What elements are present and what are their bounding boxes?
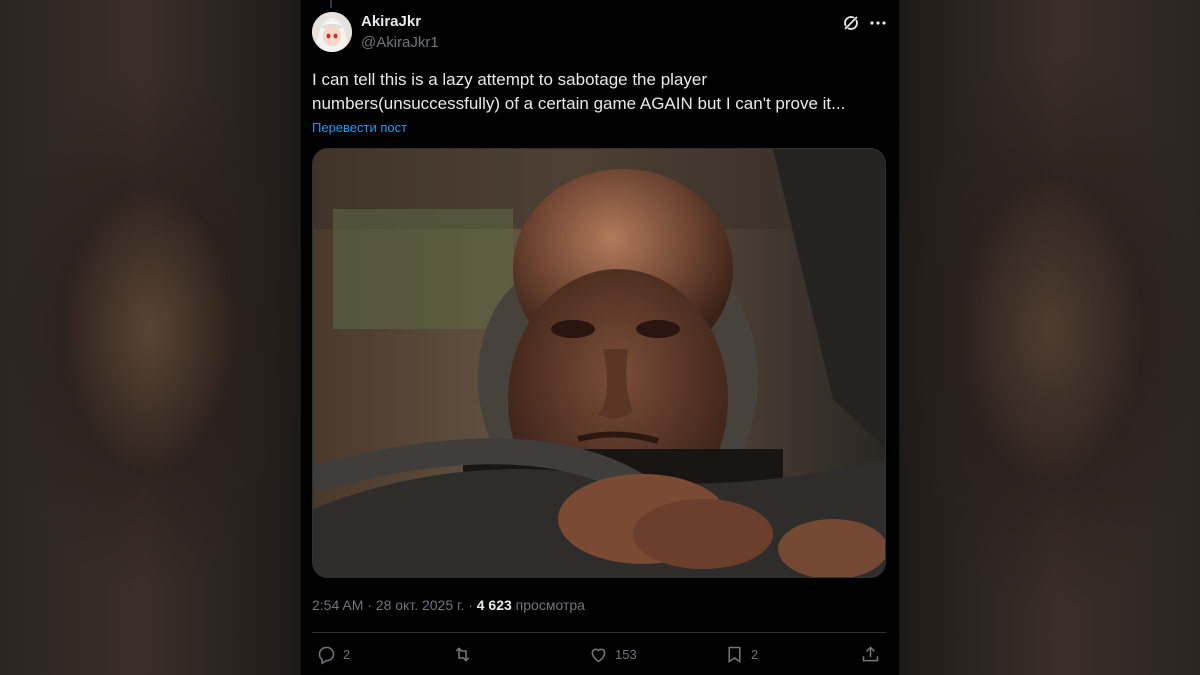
avatar[interactable] [312,12,352,52]
like-button[interactable]: 153 [588,644,637,665]
reply-button[interactable]: 2 [316,644,350,665]
views-count: 4 623 [476,597,512,613]
display-name[interactable]: AkiraJkr [361,13,421,30]
like-icon [591,648,606,663]
share-icon [862,646,879,662]
user-handle[interactable]: @AkiraJkr1 [361,34,439,51]
timestamp[interactable]: 2:54 AM · 28 окт. 2025 г. · [312,597,477,613]
repost-icon [455,647,470,662]
bookmark-count: 2 [751,647,759,662]
share-button[interactable] [860,644,881,665]
photo-driver-in-car [313,149,885,577]
like-count: 153 [615,647,637,662]
post-image[interactable] [312,148,886,578]
post-meta: 2:54 AM · 28 окт. 2025 г. · 4 623 просмо… [312,597,585,613]
views-label: просмотра [511,597,585,613]
reply-count: 2 [343,647,351,662]
repost-button[interactable] [452,644,479,665]
grok-icon[interactable] [842,14,860,32]
bookmark-button[interactable]: 2 [724,644,758,665]
thread-line [330,0,332,8]
post-text: I can tell this is a lazy attempt to sab… [312,70,846,113]
action-bar: 2 153 2 [312,644,886,670]
more-icon[interactable] [868,14,888,32]
divider [312,632,886,633]
reply-icon [318,646,335,665]
translate-link[interactable]: Перевести пост [312,120,407,135]
bookmark-icon [728,646,741,663]
